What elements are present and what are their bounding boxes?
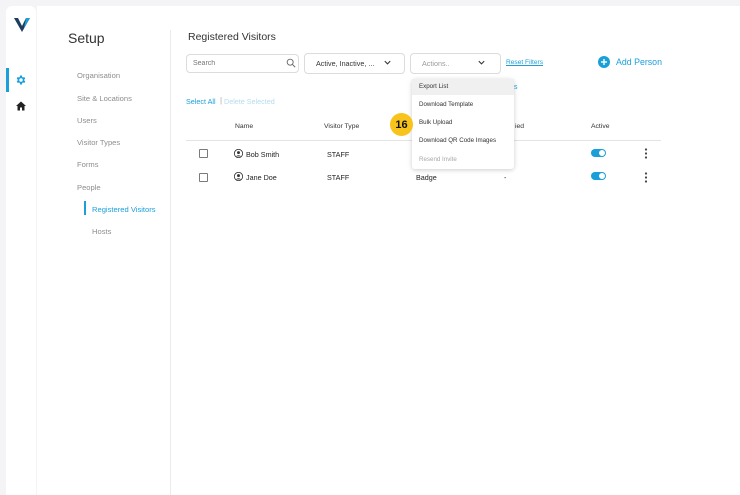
chevron-down-icon <box>384 60 391 65</box>
nav-item-forms[interactable]: Forms <box>77 160 99 169</box>
more-options-icon[interactable] <box>644 172 648 183</box>
home-icon <box>16 101 26 111</box>
rail-item-home[interactable] <box>6 94 36 118</box>
icon-rail <box>6 6 36 495</box>
actions-select[interactable]: Actions.. <box>410 53 501 74</box>
more-options-icon[interactable] <box>644 148 648 159</box>
row-name[interactable]: Bob Smith <box>246 150 279 159</box>
reset-filters-link[interactable]: Reset Filters <box>506 59 543 66</box>
menu-item-bulk-upload[interactable]: Bulk Upload <box>412 115 514 131</box>
row-last-value: - <box>504 173 507 182</box>
rail-item-setup[interactable] <box>6 68 36 92</box>
chevron-down-icon <box>478 60 485 65</box>
menu-item-download-qr-codes[interactable]: Download QR Code Images <box>412 133 514 149</box>
row-checkbox[interactable] <box>199 149 208 158</box>
add-person-label: Add Person <box>616 57 662 67</box>
row-name[interactable]: Jane Doe <box>246 173 277 182</box>
sidebar-divider <box>170 30 171 495</box>
plus-circle-icon <box>598 56 610 68</box>
row-credential: Badge <box>416 173 437 182</box>
delete-selected-link[interactable]: Delete Selected <box>224 97 275 106</box>
link-separator: | <box>220 96 223 105</box>
select-all-link[interactable]: Select All <box>186 97 216 106</box>
menu-item-download-template[interactable]: Download Template <box>412 97 514 113</box>
setup-title: Setup <box>68 30 105 46</box>
row-checkbox[interactable] <box>199 173 208 182</box>
menu-item-resend-invite: Resend Invite <box>419 156 457 163</box>
nav-item-visitor-types[interactable]: Visitor Types <box>77 138 120 147</box>
nav-item-hosts[interactable]: Hosts <box>92 227 111 236</box>
nav-item-site-locations[interactable]: Site & Locations <box>77 94 132 103</box>
column-header-partial[interactable]: ied <box>515 123 524 130</box>
person-avatar-icon <box>234 172 243 181</box>
row-visitor-type: STAFF <box>327 173 350 182</box>
row-visitor-type: STAFF <box>327 150 350 159</box>
nav-item-people[interactable]: People <box>77 183 101 192</box>
step-number-badge: 16 <box>390 113 413 136</box>
active-toggle[interactable] <box>591 149 606 157</box>
nav-item-registered-visitors[interactable]: Registered Visitors <box>92 205 156 214</box>
main-panel <box>37 6 740 495</box>
menu-item-export-list[interactable]: Export List <box>412 79 514 95</box>
logo-icon <box>14 18 30 32</box>
column-header-visitor-type[interactable]: Visitor Type <box>324 123 359 130</box>
column-header-name[interactable]: Name <box>235 123 253 130</box>
gear-icon <box>16 75 26 85</box>
nav-item-organisation[interactable]: Organisation <box>77 71 120 80</box>
column-header-active[interactable]: Active <box>591 123 610 130</box>
person-avatar-icon <box>234 149 243 158</box>
peek-text: s <box>514 84 518 91</box>
nav-item-users[interactable]: Users <box>77 116 97 125</box>
add-person-button[interactable]: Add Person <box>598 56 662 68</box>
active-toggle[interactable] <box>591 172 606 180</box>
nav-active-indicator <box>84 201 86 215</box>
page-title: Registered Visitors <box>188 31 276 43</box>
search-input[interactable] <box>186 54 299 73</box>
actions-menu: Export List Download Template Bulk Uploa… <box>412 79 514 169</box>
search-icon[interactable] <box>286 58 296 68</box>
